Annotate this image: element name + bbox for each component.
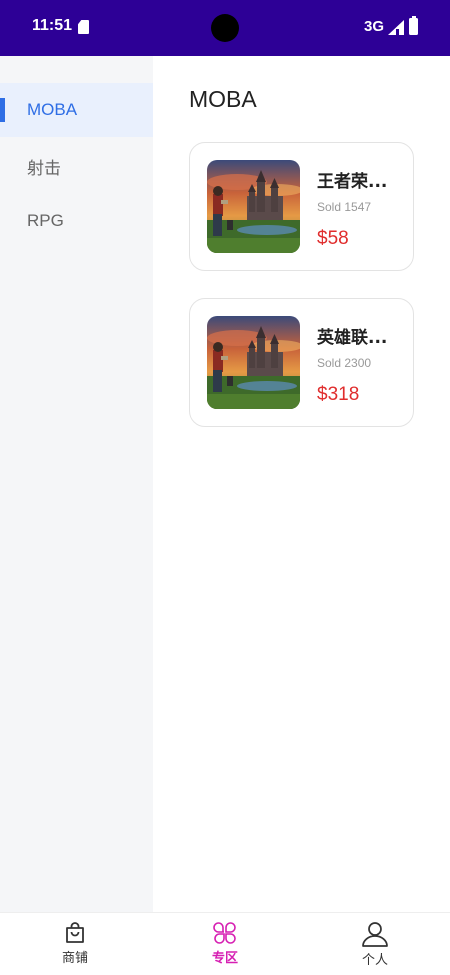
battery-icon <box>409 16 418 35</box>
product-sold-count: Sold 1547 <box>317 200 372 214</box>
sd-card-icon <box>78 20 89 34</box>
page-title: MOBA <box>189 86 257 112</box>
status-time: 11:51 <box>32 17 73 34</box>
category-sidebar: MOBA 射击 RPG <box>0 56 153 912</box>
sidebar-item-label: RPG <box>27 211 64 230</box>
product-card[interactable]: 王者荣... Sold 1547 $58 <box>189 142 414 271</box>
network-type: 3G <box>364 18 385 35</box>
bottom-tab-bar: 商铺 专区 个人 <box>0 912 450 974</box>
sidebar-item-rpg[interactable]: RPG <box>0 194 153 248</box>
tab-zone[interactable]: 专区 <box>150 913 300 975</box>
tab-label: 专区 <box>211 951 238 966</box>
product-image <box>207 316 300 409</box>
product-panel: MOBA 王者荣... Sold 1547 $58 英雄联... Sold 23… <box>153 56 450 912</box>
camera-cutout <box>211 14 239 42</box>
product-price: $58 <box>317 228 349 249</box>
product-name: 王者荣... <box>317 172 388 192</box>
person-icon <box>362 922 388 947</box>
tab-shop[interactable]: 商铺 <box>0 913 150 975</box>
product-name: 英雄联... <box>317 328 388 348</box>
sidebar-item-shooter[interactable]: 射击 <box>0 139 153 193</box>
product-card[interactable]: 英雄联... Sold 2300 $318 <box>189 298 414 427</box>
tab-label: 商铺 <box>61 951 88 966</box>
sidebar-item-label: 射击 <box>27 158 61 178</box>
shopping-bag-icon <box>66 922 84 943</box>
status-bar: 11:51 3G <box>0 0 450 56</box>
signal-icon <box>388 20 404 35</box>
active-indicator <box>0 98 5 122</box>
tab-label: 个人 <box>361 953 388 968</box>
clover-grid-icon <box>213 922 236 944</box>
product-image <box>207 160 300 253</box>
product-sold-count: Sold 2300 <box>317 356 372 370</box>
sidebar-item-moba[interactable]: MOBA <box>0 83 153 137</box>
tab-profile[interactable]: 个人 <box>300 913 450 975</box>
product-price: $318 <box>317 384 360 405</box>
sidebar-item-label: MOBA <box>27 100 78 119</box>
